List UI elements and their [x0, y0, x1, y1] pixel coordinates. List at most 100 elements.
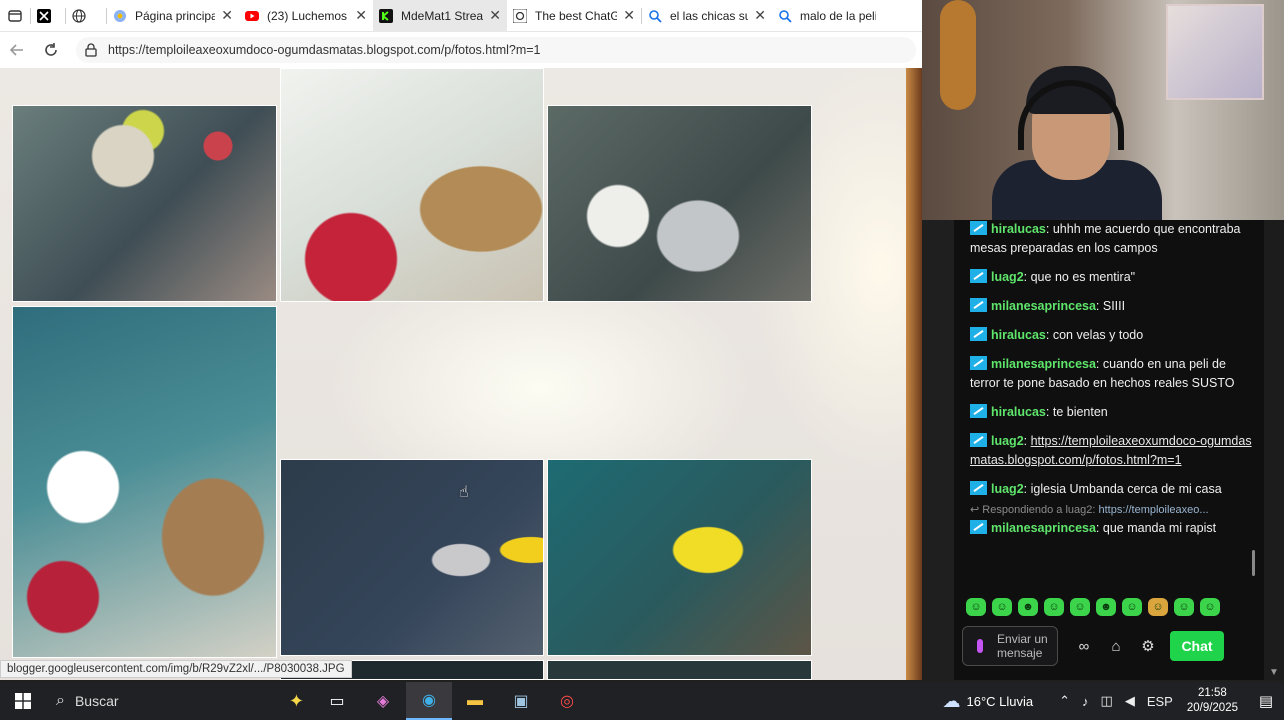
chat-text: iglesia Umbanda cerca de mi casa — [1030, 482, 1222, 496]
notification-button[interactable]: ▤ — [1248, 692, 1284, 710]
network-icon[interactable]: ◫ — [1101, 693, 1113, 709]
chat-message: luag2: que no es mentira" — [970, 268, 1254, 287]
chat-badge-icon — [970, 404, 987, 418]
reply-prefix: Respondiendo a luag2: — [982, 504, 1099, 516]
tab-chatgpt[interactable]: The best ChatGPT ✕ — [507, 0, 641, 32]
show-hidden-icons-icon[interactable]: ⌃ — [1059, 693, 1070, 709]
chat-badge-icon — [970, 520, 987, 534]
gallery-photo[interactable] — [12, 105, 277, 302]
chat-username[interactable]: hiralucas — [991, 328, 1046, 342]
tab-youtube[interactable]: (23) Luchemos ✕ — [239, 0, 373, 32]
emote-icon[interactable]: ☻ — [1096, 598, 1116, 616]
tab-search-chicas[interactable]: el las chicas sup ✕ — [642, 0, 772, 32]
emote-icon[interactable]: ☺ — [1200, 598, 1220, 616]
tab-close-button[interactable]: ✕ — [754, 7, 766, 24]
taskbar-search[interactable]: ⌕ Buscar ✦ — [46, 682, 314, 720]
gallery-photo[interactable] — [12, 306, 277, 658]
chat-username[interactable]: hiralucas — [991, 405, 1046, 419]
gallery-photo[interactable] — [547, 660, 812, 680]
reload-icon — [45, 43, 57, 56]
microphone-tray-icon[interactable]: ♪ — [1082, 694, 1089, 709]
chat-username[interactable]: milanesaprincesa — [991, 299, 1096, 313]
search-icon — [649, 9, 662, 23]
microphone-icon[interactable] — [977, 639, 984, 653]
youtube-icon — [245, 10, 259, 21]
chat-username[interactable]: milanesaprincesa — [991, 521, 1096, 535]
language-indicator[interactable]: ESP — [1147, 694, 1173, 709]
tab-actions-button[interactable] — [0, 0, 30, 32]
chat-scrollbar[interactable] — [1252, 550, 1255, 576]
gallery-photo[interactable] — [280, 459, 544, 656]
tab-kick-stream[interactable]: MdeMat1 Stream ✕ — [373, 0, 507, 32]
chat-message: hiralucas: uhhh me acuerdo que encontrab… — [970, 221, 1241, 255]
copilot-icon: ◈ — [376, 693, 390, 710]
search-icon: ⌕ — [56, 692, 65, 709]
chat-input-row: Enviar un mensaje ∞ ⌂ ⚙ Chat — [962, 625, 1262, 667]
gallery-photo[interactable] — [547, 459, 812, 656]
url-input[interactable]: https://temploileaxeoxumdoco-ogumdasmata… — [76, 37, 916, 63]
tab-title: Página principal — [135, 8, 216, 23]
tab-x[interactable] — [31, 0, 65, 32]
chat-message: hiralucas: con velas y todo — [970, 326, 1254, 345]
wall-painting-image — [1166, 4, 1264, 100]
rain-cloud-icon: ☁ — [942, 690, 961, 711]
chat-message: milanesaprincesa: SIIII — [970, 297, 1254, 316]
chat-username[interactable]: luag2 — [991, 270, 1024, 284]
copilot-button[interactable]: ◈ — [360, 682, 406, 720]
reply-link[interactable]: https://temploileaxeo... — [1099, 504, 1209, 516]
emote-icon[interactable]: ☺ — [966, 598, 986, 616]
speaker-icon[interactable]: ◀ — [1125, 693, 1135, 709]
chat-message: milanesaprincesa: cuando en una peli de … — [970, 356, 1235, 390]
tab-close-button[interactable]: ✕ — [623, 7, 635, 24]
tab-title: (23) Luchemos — [267, 8, 348, 23]
reload-button[interactable] — [34, 32, 68, 68]
folder-icon: ▬ — [467, 692, 483, 709]
chat-badge-icon — [970, 356, 987, 370]
chat-username[interactable]: milanesaprincesa — [991, 357, 1096, 371]
chat-username[interactable]: luag2 — [991, 434, 1024, 448]
emote-icon[interactable]: ☺ — [1174, 598, 1194, 616]
chat-username[interactable]: luag2 — [991, 482, 1024, 496]
windows-taskbar: ⌕ Buscar ✦ ▭ ◈ ◉ ▬ ▣ ◎ ☁ 16°C Lluvia ⌃ ♪… — [0, 682, 1284, 720]
tab-close-button[interactable]: ✕ — [355, 7, 367, 24]
tab-pagina-principal[interactable]: Página principal ✕ — [107, 0, 239, 32]
tab-globe[interactable] — [66, 0, 106, 32]
system-tray: ☁ 16°C Lluvia ⌃ ♪ ◫ ◀ ESP 21:58 20/9/202… — [942, 682, 1284, 720]
reply-context: ↩ Respondiendo a luag2: https://temploil… — [970, 504, 1209, 516]
chat-badge-icon — [970, 433, 987, 447]
emote-icon[interactable]: ☺ — [1122, 598, 1142, 616]
weather-widget[interactable]: ☁ 16°C Lluvia — [942, 691, 1033, 712]
scroll-down-icon[interactable]: ▼ — [1269, 667, 1279, 678]
points-button[interactable]: ∞ — [1068, 630, 1100, 662]
chat-message-input[interactable]: Enviar un mensaje — [962, 626, 1058, 666]
emote-icon[interactable]: ☺ — [1044, 598, 1064, 616]
tab-title: el las chicas sup — [670, 8, 749, 23]
emote-icon[interactable]: ☺ — [1070, 598, 1090, 616]
start-button[interactable] — [0, 682, 46, 720]
emote-icon[interactable]: ☺ — [992, 598, 1012, 616]
clock[interactable]: 21:58 20/9/2025 — [1187, 686, 1238, 716]
site-info-icon[interactable] — [84, 43, 98, 57]
gallery-photo[interactable] — [547, 105, 812, 302]
emote-icon[interactable]: ☻ — [1018, 598, 1038, 616]
chat-username[interactable]: hiralucas — [991, 222, 1046, 236]
chat-settings-button[interactable]: ⚙ — [1132, 630, 1164, 662]
x-logo-icon — [37, 8, 51, 23]
browser-tab-bar: Página principal ✕ (23) Luchemos ✕ MdeMa… — [0, 0, 922, 32]
tab-close-button[interactable]: ✕ — [221, 7, 233, 24]
chat-send-button[interactable]: Chat — [1170, 631, 1224, 661]
obs-button[interactable]: ◎ — [544, 682, 590, 720]
chat-badge-icon — [970, 298, 987, 312]
app-button[interactable]: ▣ — [498, 682, 544, 720]
tab-search-peli[interactable]: malo de la peli — [772, 0, 882, 32]
edge-button[interactable]: ◉ — [406, 682, 452, 720]
tab-close-button[interactable]: ✕ — [489, 7, 501, 24]
store-button[interactable]: ⌂ — [1100, 630, 1132, 662]
chat-message: milanesaprincesa: que manda mi rapist — [970, 519, 1254, 538]
page-scrollbar[interactable]: ▼ — [1264, 220, 1284, 680]
file-explorer-button[interactable]: ▬ — [452, 682, 498, 720]
task-view-button[interactable]: ▭ — [314, 682, 360, 720]
emote-icon[interactable]: ☺ — [1148, 598, 1168, 616]
gallery-photo[interactable] — [280, 68, 544, 302]
back-button[interactable] — [0, 32, 34, 68]
